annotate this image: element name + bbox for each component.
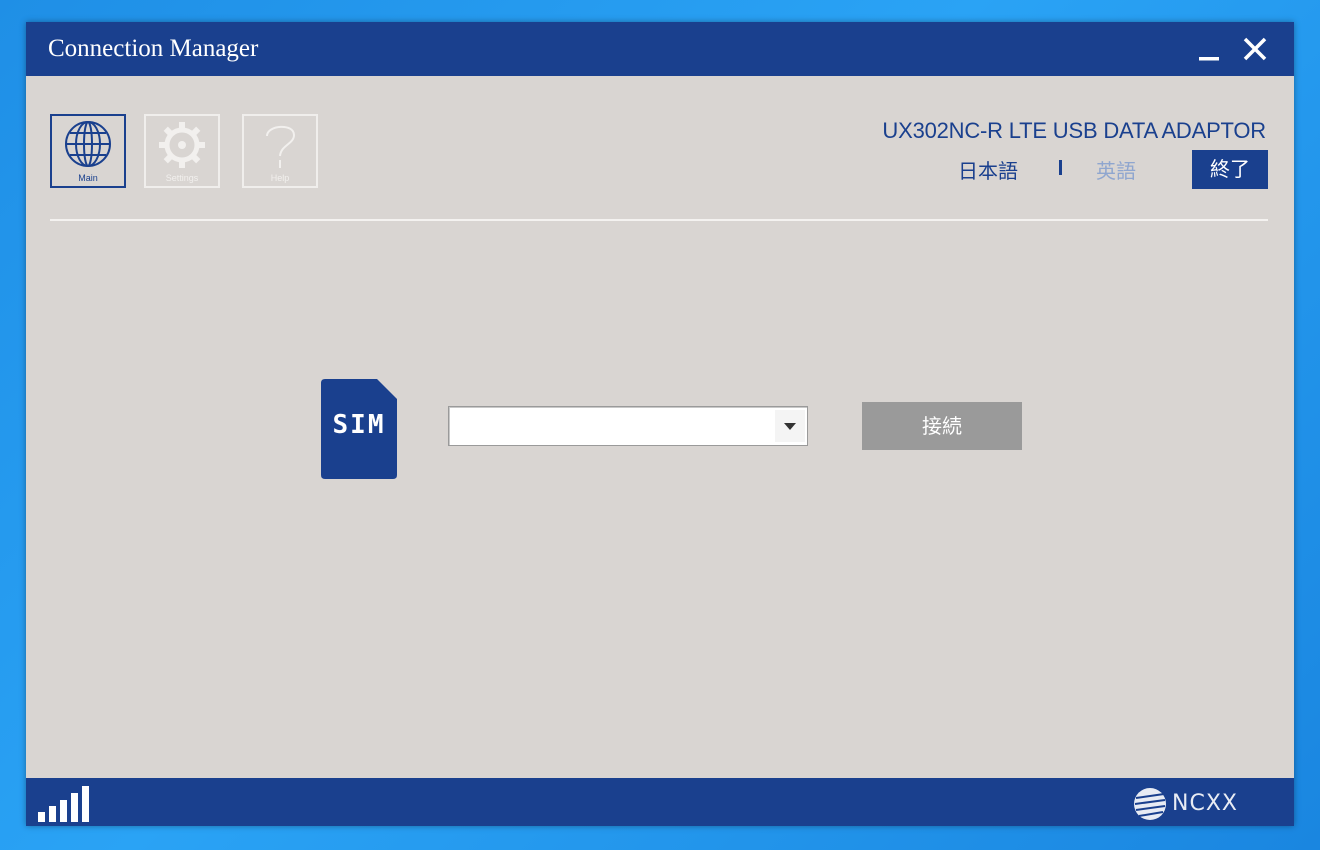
- nav-main-label: Main: [78, 173, 98, 183]
- brand-name: NCXX: [1172, 791, 1238, 816]
- chevron-down-icon[interactable]: [775, 410, 805, 442]
- header-divider: [50, 219, 1268, 221]
- language-english-link[interactable]: 英語: [1096, 155, 1136, 184]
- globe-icon: [65, 121, 111, 167]
- window-title: Connection Manager: [48, 35, 259, 62]
- status-bar: NCXX: [26, 778, 1294, 826]
- language-japanese-link[interactable]: 日本語: [958, 155, 1018, 184]
- product-name: UX302NC-R LTE USB DATA ADAPTOR: [882, 118, 1266, 143]
- ncxx-logo-icon: [1134, 788, 1166, 820]
- brand-logo: NCXX: [1132, 786, 1272, 820]
- gear-icon: [159, 122, 205, 168]
- title-bar[interactable]: Connection Manager: [26, 22, 1294, 76]
- exit-button[interactable]: 終了: [1192, 150, 1268, 189]
- language-separator: [1059, 160, 1062, 175]
- connect-button[interactable]: 接続: [862, 402, 1022, 450]
- question-mark-icon: [266, 125, 296, 168]
- nav-settings-label: Settings: [165, 173, 199, 183]
- connection-manager-window: Connection Manager Main Settings Help UX…: [26, 22, 1294, 826]
- minimize-icon: [1199, 57, 1219, 61]
- sim-card-label: SIM: [332, 410, 386, 440]
- nav-help-button[interactable]: Help: [242, 114, 318, 188]
- sim-profile-dropdown[interactable]: [448, 406, 808, 446]
- nav-main-button[interactable]: Main: [50, 114, 126, 188]
- minimize-button[interactable]: [1192, 32, 1226, 66]
- close-icon: [1243, 37, 1267, 61]
- nav-settings-button[interactable]: Settings: [144, 114, 220, 188]
- signal-strength-icon: [38, 786, 89, 822]
- nav-help-label: Help: [270, 173, 290, 183]
- close-button[interactable]: [1238, 32, 1272, 66]
